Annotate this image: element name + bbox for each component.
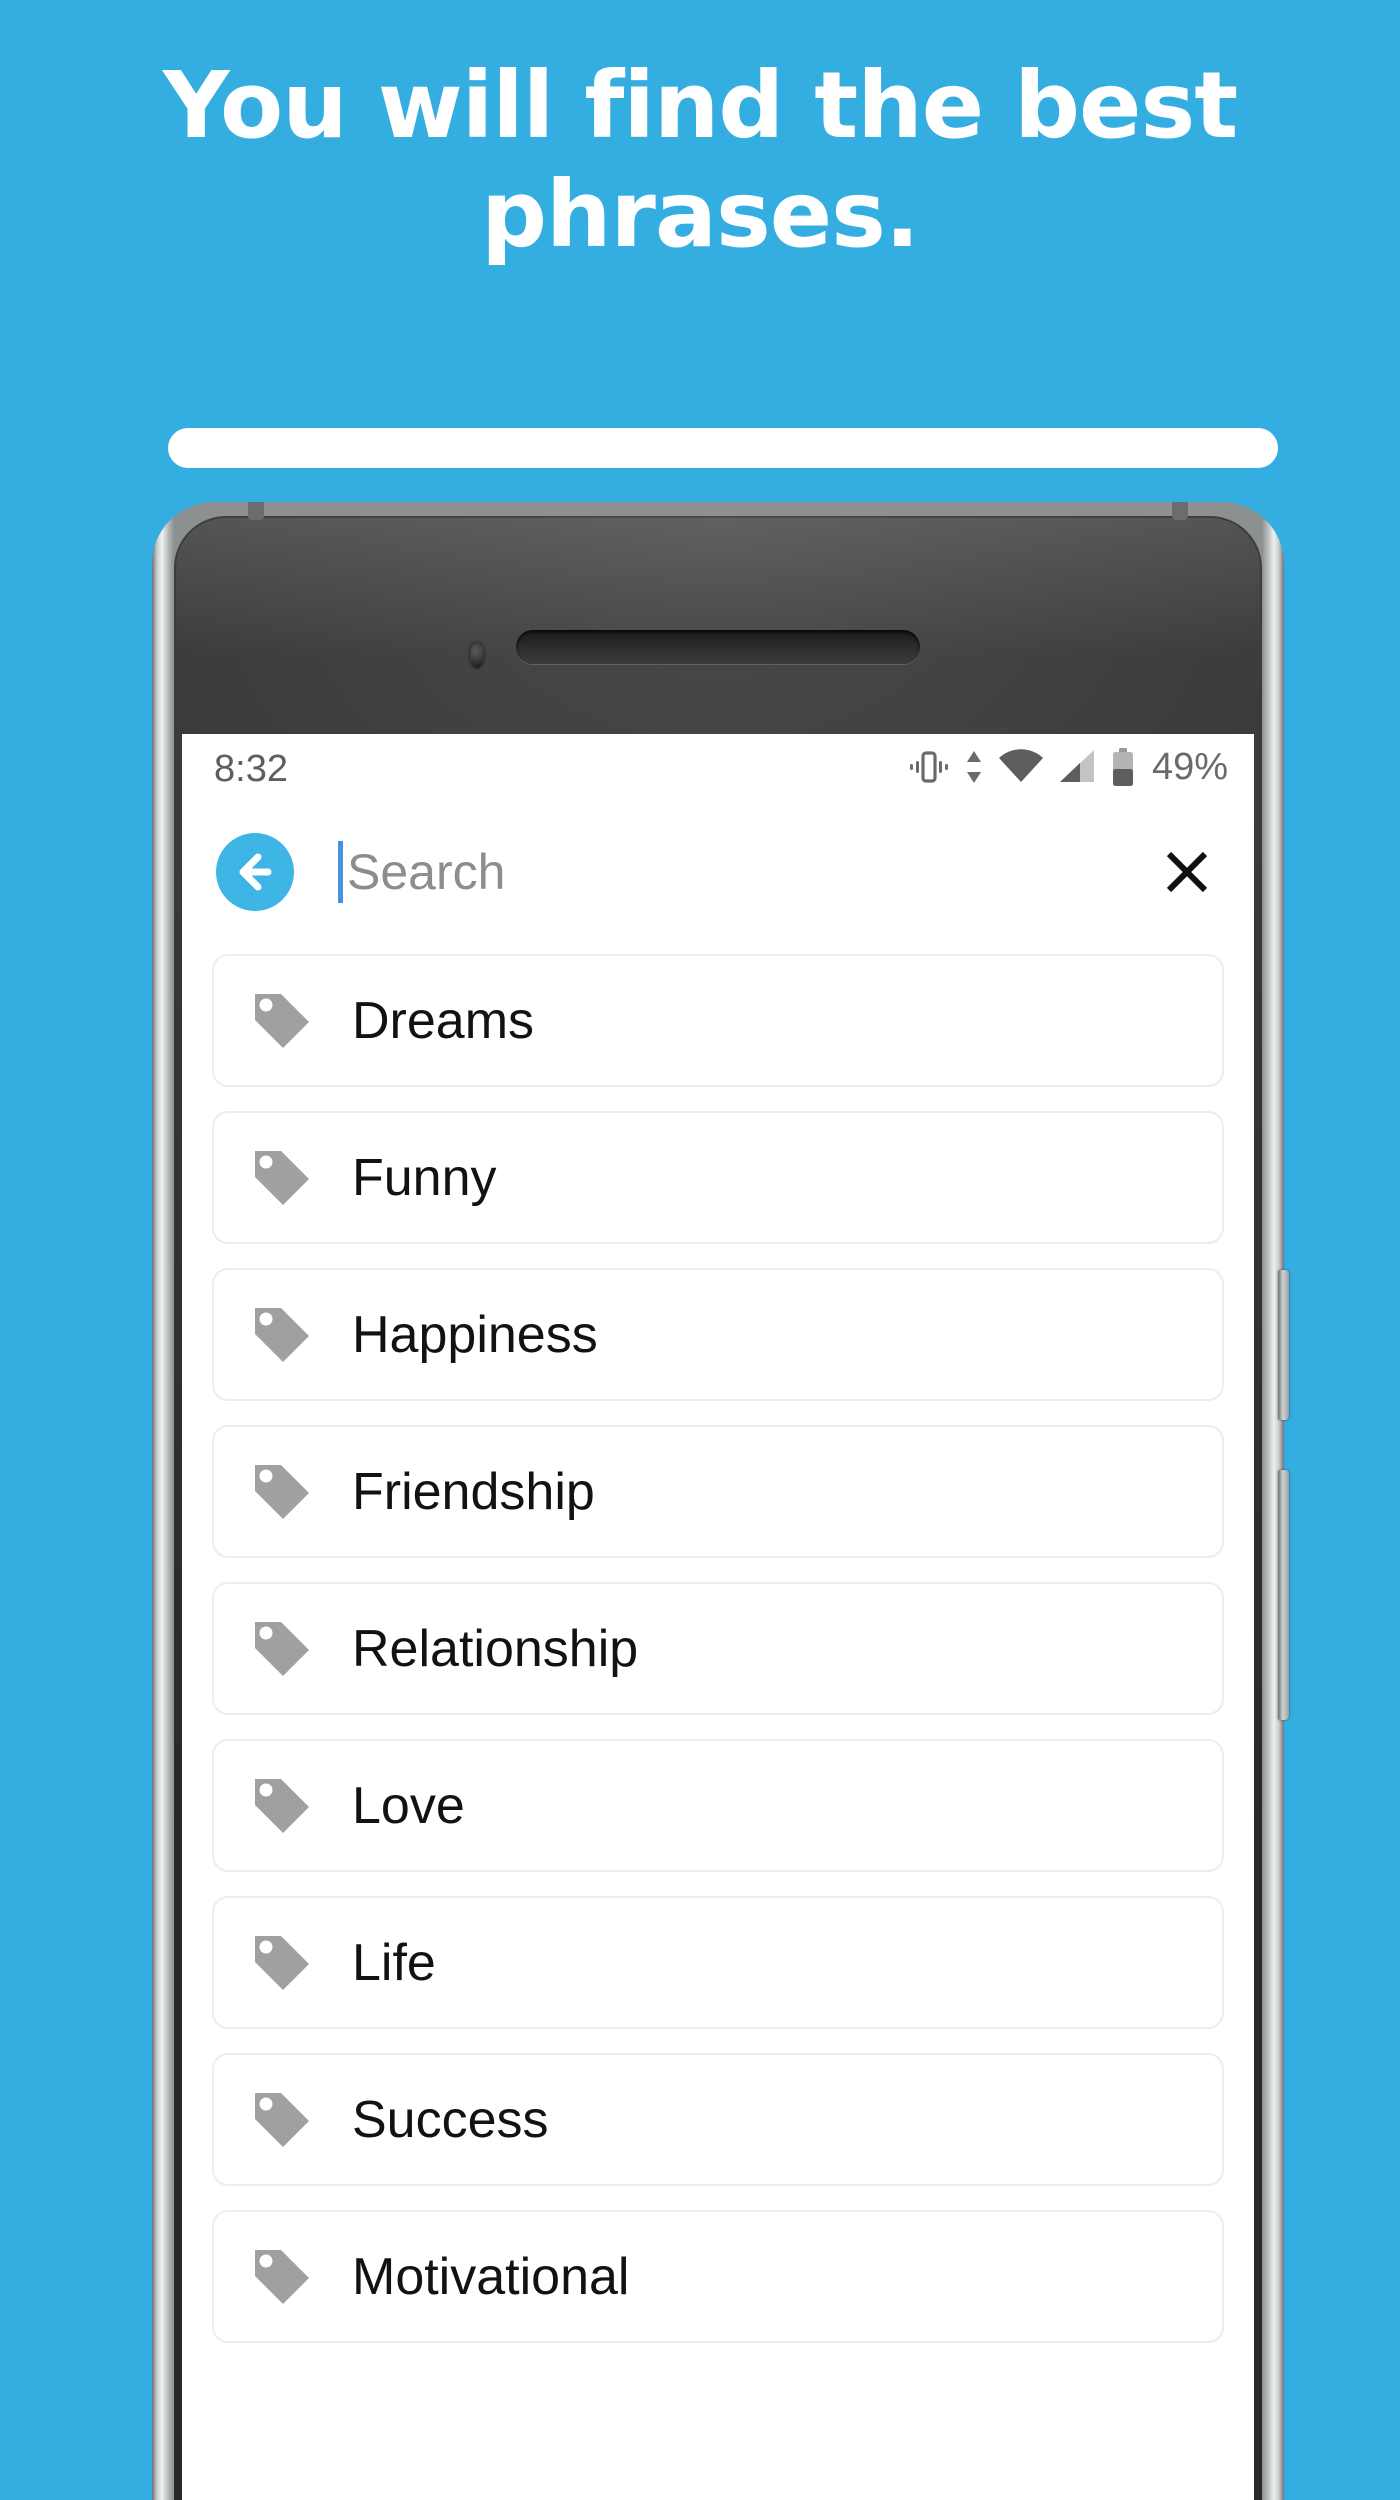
tag-icon: [246, 2084, 318, 2156]
antenna-notch-right: [1172, 502, 1188, 520]
earpiece-speaker-icon: [516, 630, 920, 664]
data-transfer-icon: [966, 751, 981, 783]
list-item-label: Love: [352, 1776, 465, 1835]
phone-screen: 8:32 49% Search Dreams Funny Happiness F…: [182, 734, 1254, 2500]
tag-icon: [246, 985, 318, 1057]
tag-icon: [246, 1299, 318, 1371]
status-clock: 8:32: [214, 748, 288, 790]
tag-icon: [246, 1927, 318, 1999]
cell-signal-icon: [1059, 750, 1094, 782]
search-placeholder: Search: [347, 844, 506, 900]
divider-pill: [168, 428, 1278, 468]
list-item-label: Motivational: [352, 2247, 630, 2306]
status-icon-group: 49%: [908, 746, 1228, 788]
back-arrow-icon: [239, 853, 272, 891]
search-bar: Search: [182, 806, 1254, 938]
category-list: Dreams Funny Happiness Friendship Relati…: [182, 938, 1254, 2343]
front-camera-icon: [470, 642, 484, 668]
list-item[interactable]: Life: [212, 1896, 1224, 2029]
search-input[interactable]: Search: [338, 832, 1132, 912]
close-icon: [1166, 851, 1208, 893]
promo-screenshot: You will find the best phrases. 8:32 49%…: [0, 0, 1400, 2500]
page-title: You will find the best phrases.: [162, 52, 1238, 268]
tag-icon: [246, 1770, 318, 1842]
list-item[interactable]: Happiness: [212, 1268, 1224, 1401]
list-item[interactable]: Success: [212, 2053, 1224, 2186]
list-item-label: Success: [352, 2090, 549, 2149]
list-item[interactable]: Funny: [212, 1111, 1224, 1244]
list-item-label: Friendship: [352, 1462, 595, 1521]
tag-icon: [246, 1456, 318, 1528]
clear-search-button[interactable]: [1150, 835, 1224, 909]
list-item-label: Funny: [352, 1148, 497, 1207]
list-item[interactable]: Friendship: [212, 1425, 1224, 1558]
list-item-label: Relationship: [352, 1619, 639, 1678]
list-item-label: Happiness: [352, 1305, 598, 1364]
list-item-label: Dreams: [352, 991, 535, 1050]
status-bar: 8:32 49%: [182, 734, 1254, 806]
power-button[interactable]: [1278, 1270, 1289, 1420]
list-item[interactable]: Dreams: [212, 954, 1224, 1087]
volume-button[interactable]: [1278, 1470, 1289, 1720]
list-item-label: Life: [352, 1933, 436, 1992]
tag-icon: [246, 1613, 318, 1685]
wifi-icon: [998, 749, 1043, 782]
vibrate-icon: [909, 751, 948, 783]
tag-icon: [246, 2241, 318, 2313]
battery-percent-label: 49%: [1151, 745, 1228, 788]
battery-icon: [1112, 748, 1133, 786]
phone-mockup: 8:32 49% Search Dreams Funny Happiness F…: [152, 502, 1289, 2500]
antenna-notch-left: [248, 502, 264, 520]
list-item[interactable]: Motivational: [212, 2210, 1224, 2343]
list-item[interactable]: Relationship: [212, 1582, 1224, 1715]
back-button[interactable]: [216, 833, 294, 911]
list-item[interactable]: Love: [212, 1739, 1224, 1872]
tag-icon: [246, 1142, 318, 1214]
text-caret: [338, 841, 343, 903]
